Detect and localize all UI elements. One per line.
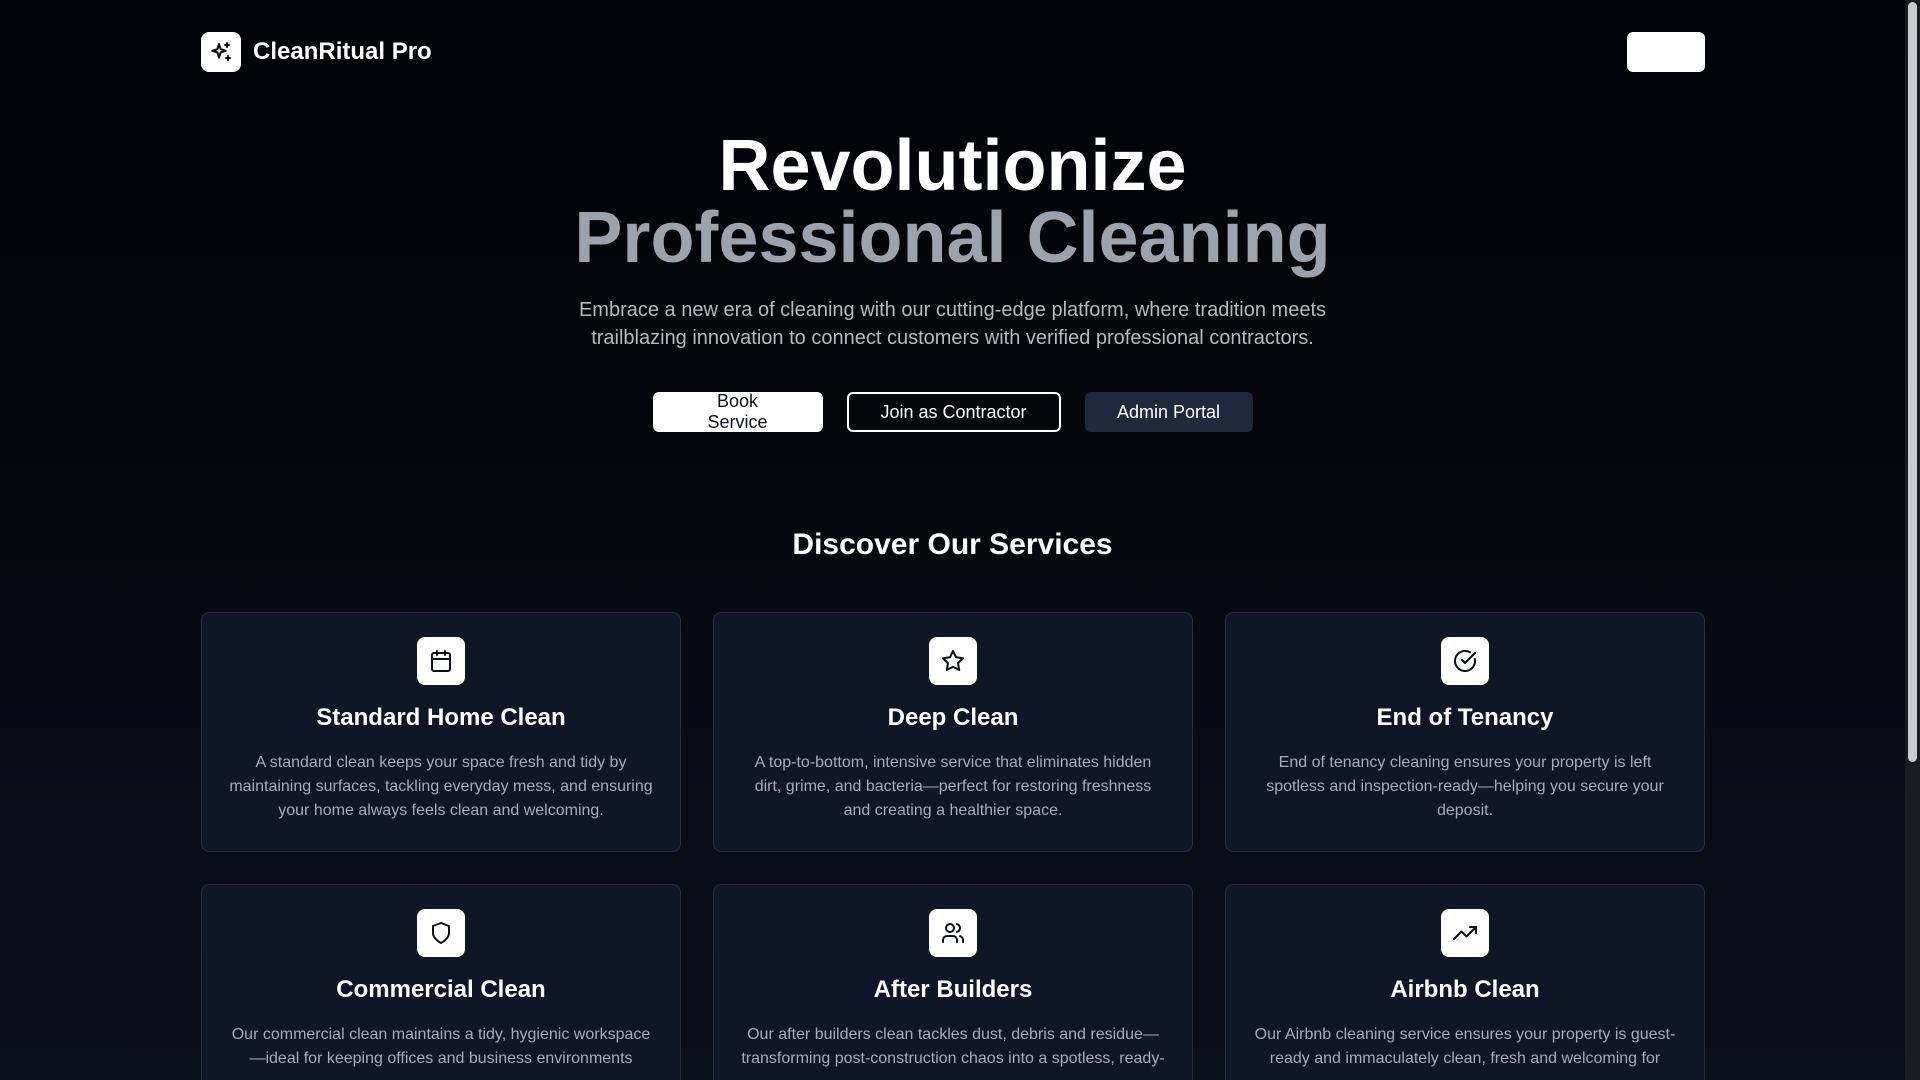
- brand-name: CleanRitual Pro: [253, 38, 432, 65]
- check-circle-icon: [1441, 637, 1489, 685]
- service-card-standard-home-clean[interactable]: Standard Home Clean A standard clean kee…: [201, 612, 681, 852]
- service-card-commercial-clean[interactable]: Commercial Clean Our commercial clean ma…: [201, 884, 681, 1080]
- hero-title-line2: Professional Cleaning: [574, 198, 1331, 278]
- brand[interactable]: CleanRitual Pro: [201, 32, 432, 72]
- scrollbar-thumb[interactable]: [1908, 2, 1917, 762]
- hero-section: Revolutionize Professional Cleaning Embr…: [0, 130, 1905, 432]
- users-icon: [929, 909, 977, 957]
- service-description: Our Airbnb cleaning service ensures your…: [1254, 1026, 1676, 1067]
- sparkles-icon: [201, 32, 241, 72]
- service-description: Our after builders clean tackles dust, d…: [741, 1026, 1165, 1067]
- site-header: CleanRitual Pro: [201, 32, 1705, 72]
- services-grid: Standard Home Clean A standard clean kee…: [201, 612, 1705, 1080]
- join-contractor-button[interactable]: Join as Contractor: [846, 392, 1061, 432]
- landing-page: CleanRitual Pro Revolutionize Profession…: [0, 0, 1905, 1080]
- service-description: A top-to-bottom, intensive service that …: [754, 754, 1152, 819]
- service-title: Commercial Clean: [336, 976, 546, 1003]
- hero-actions: Book Service Join as Contractor Admin Po…: [0, 391, 1905, 432]
- service-description: A standard clean keeps your space fresh …: [229, 754, 653, 819]
- services-title: Discover Our Services: [792, 528, 1113, 561]
- service-card-end-of-tenancy[interactable]: End of Tenancy End of tenancy cleaning e…: [1225, 612, 1705, 852]
- admin-portal-button[interactable]: Admin Portal: [1084, 392, 1253, 432]
- header-button[interactable]: [1627, 32, 1705, 72]
- book-service-button[interactable]: Book Service: [652, 391, 823, 432]
- service-title: Deep Clean: [887, 704, 1019, 731]
- trending-up-icon: [1441, 909, 1489, 957]
- hero-title-line1: Revolutionize: [718, 126, 1187, 206]
- page-scrollbar[interactable]: [1905, 0, 1920, 1080]
- star-icon: [929, 637, 977, 685]
- service-title: After Builders: [873, 976, 1033, 1003]
- shield-icon: [417, 909, 465, 957]
- service-card-airbnb-clean[interactable]: Airbnb Clean Our Airbnb cleaning service…: [1225, 884, 1705, 1080]
- service-title: Standard Home Clean: [316, 704, 566, 731]
- calendar-icon: [417, 637, 465, 685]
- hero-subtitle: Embrace a new era of cleaning with our c…: [578, 299, 1327, 349]
- service-title: Airbnb Clean: [1390, 976, 1540, 1003]
- service-card-after-builders[interactable]: After Builders Our after builders clean …: [713, 884, 1193, 1080]
- service-title: End of Tenancy: [1376, 704, 1554, 731]
- service-card-deep-clean[interactable]: Deep Clean A top-to-bottom, intensive se…: [713, 612, 1193, 852]
- service-description: End of tenancy cleaning ensures your pro…: [1266, 754, 1664, 819]
- service-description: Our commercial clean maintains a tidy, h…: [231, 1026, 651, 1067]
